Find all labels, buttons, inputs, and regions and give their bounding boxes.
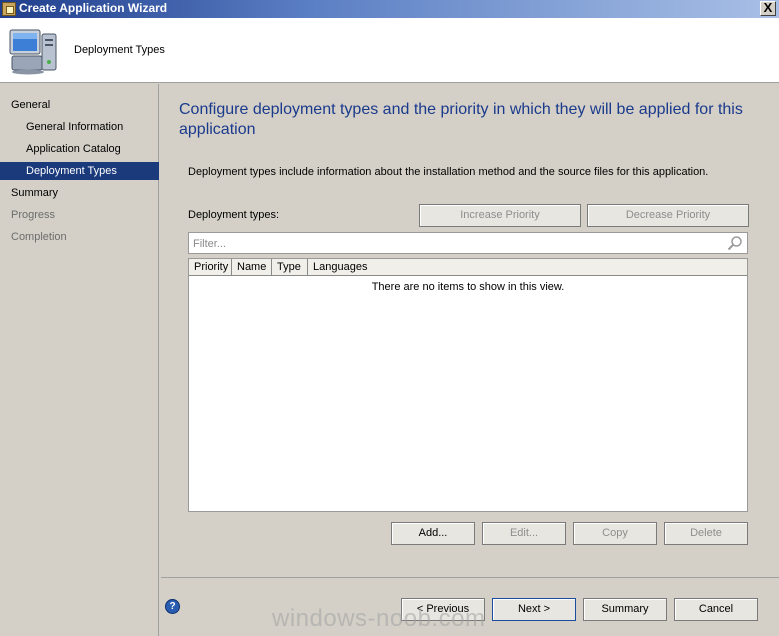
empty-list-message: There are no items to show in this view. xyxy=(371,281,565,293)
nav-step-general-information[interactable]: General Information xyxy=(0,118,159,136)
wizard-page-content: Configure deployment types and the prior… xyxy=(161,84,779,577)
header-title: Deployment Types xyxy=(74,44,165,56)
filter-input[interactable]: Filter... xyxy=(188,232,748,254)
wizard-app-icon xyxy=(2,2,16,16)
list-header: Priority Name Type Languages xyxy=(189,259,747,276)
help-icon[interactable]: ? xyxy=(165,599,180,614)
nav-step-general[interactable]: General xyxy=(0,96,159,114)
filter-placeholder: Filter... xyxy=(193,238,227,250)
nav-step-completion: Completion xyxy=(11,231,67,243)
deployment-types-label: Deployment types: xyxy=(188,209,280,221)
close-button[interactable]: X xyxy=(760,1,776,16)
delete-button[interactable]: Delete xyxy=(664,522,748,545)
page-description: Deployment types include information abo… xyxy=(188,166,709,178)
computer-icon xyxy=(9,29,57,75)
wizard-header: Deployment Types xyxy=(0,18,779,83)
increase-priority-button[interactable]: Increase Priority xyxy=(419,204,581,227)
nav-step-summary[interactable]: Summary xyxy=(0,184,159,202)
window-title: Create Application Wizard xyxy=(19,1,168,15)
column-header-type[interactable]: Type xyxy=(272,259,308,275)
summary-button[interactable]: Summary xyxy=(583,598,667,621)
page-heading: Configure deployment types and the prior… xyxy=(179,101,743,138)
watermark-text: windows-noob.com xyxy=(272,605,486,632)
nav-step-progress: Progress xyxy=(11,209,56,221)
nav-step-application-catalog[interactable]: Application Catalog xyxy=(0,140,159,158)
search-icon[interactable] xyxy=(727,235,743,251)
nav-step-deployment-types[interactable]: Deployment Types xyxy=(0,162,159,180)
column-header-name[interactable]: Name xyxy=(232,259,272,275)
title-bar: Create Application Wizard X xyxy=(0,0,779,18)
column-header-languages[interactable]: Languages xyxy=(308,259,747,275)
next-button[interactable]: Next > xyxy=(492,598,576,621)
cancel-button[interactable]: Cancel xyxy=(674,598,758,621)
add-button[interactable]: Add... xyxy=(391,522,475,545)
deployment-types-list[interactable]: Priority Name Type Languages There are n… xyxy=(188,258,748,512)
edit-button[interactable]: Edit... xyxy=(482,522,566,545)
column-header-priority[interactable]: Priority xyxy=(189,259,232,275)
copy-button[interactable]: Copy xyxy=(573,522,657,545)
wizard-steps-nav: General General Information Application … xyxy=(0,84,159,636)
decrease-priority-button[interactable]: Decrease Priority xyxy=(587,204,749,227)
